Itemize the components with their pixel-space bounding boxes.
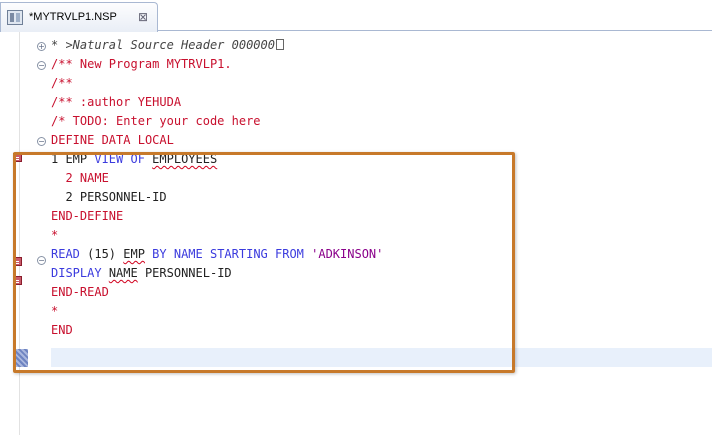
expand-fold-icon[interactable]: + [37,42,46,51]
editor-tab-bar: *MYTRVLP1.NSP ⊠ [0,0,712,32]
code-line: DEFINE DATA LOCAL [51,133,174,147]
collapse-fold-icon[interactable]: − [37,137,46,146]
code-line: /** [51,76,73,90]
close-icon[interactable]: ⊠ [138,10,152,24]
folded-block-box[interactable] [275,39,284,50]
code-line: * >Natural Source Header 000000 [51,36,711,55]
code-line: /** :author YEHUDA [51,95,182,109]
highlight-frame [13,152,515,373]
tab-label: *MYTRVLP1.NSP [29,11,117,23]
code-line: /* TODO: Enter your code here [51,114,261,128]
code-line: /** New Program MYTRVLP1. [51,57,232,71]
natural-program-icon [7,10,23,25]
editor-tab[interactable]: *MYTRVLP1.NSP ⊠ [0,2,158,32]
collapse-fold-icon[interactable]: − [37,61,46,70]
